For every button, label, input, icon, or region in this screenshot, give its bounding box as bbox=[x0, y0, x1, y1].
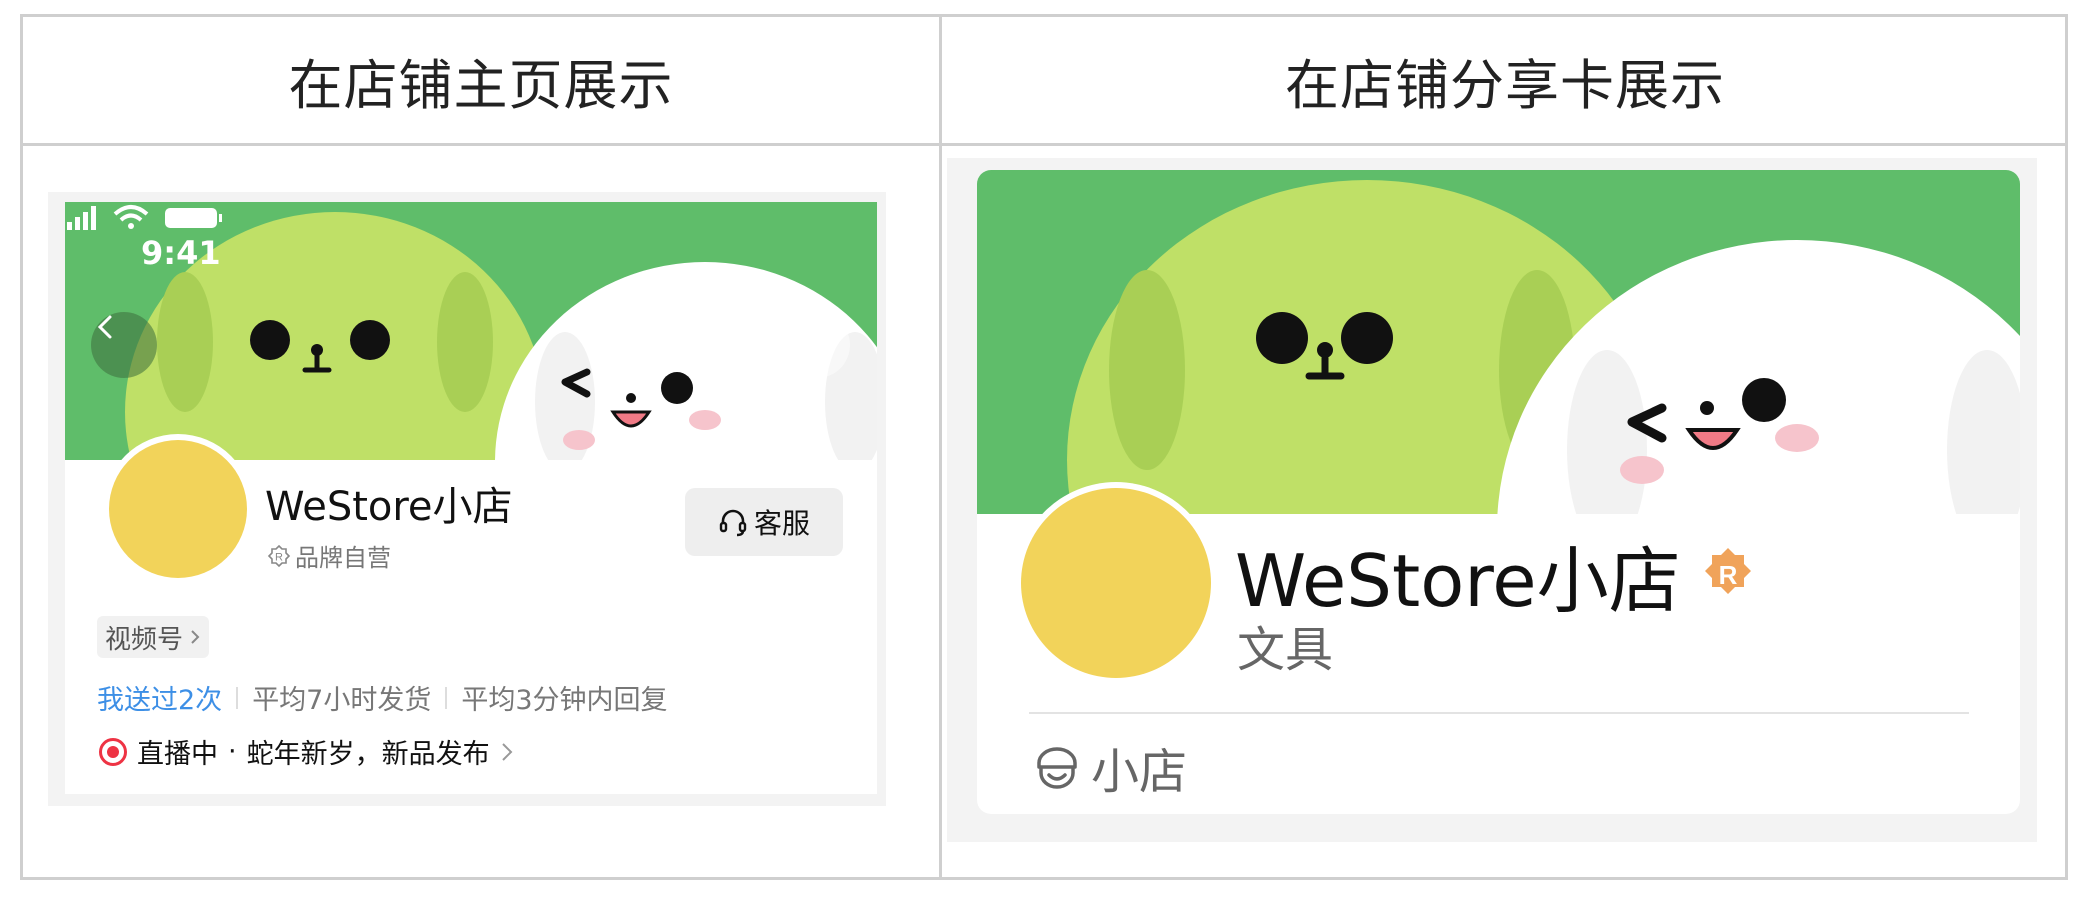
store-type-label: 小店 bbox=[1091, 744, 1188, 800]
chevron-right-icon bbox=[191, 630, 200, 644]
live-separator: · bbox=[228, 736, 237, 767]
cart-button[interactable] bbox=[693, 312, 759, 378]
headset-icon bbox=[719, 509, 747, 537]
chevron-right-icon bbox=[501, 742, 513, 761]
customer-service-button[interactable]: 客服 bbox=[685, 488, 843, 556]
store-category: 文具 bbox=[1237, 622, 1334, 678]
homepage-preview: 9:41 WeStore小店 R 品牌自营 客服 视频号 我送过2次 平均7小时… bbox=[65, 202, 877, 794]
card-divider bbox=[1029, 712, 1969, 714]
back-button[interactable] bbox=[91, 312, 157, 378]
search-button[interactable] bbox=[603, 312, 669, 378]
purchase-history[interactable]: 我送过2次 bbox=[97, 678, 222, 717]
share-card-preview[interactable]: WeStore小店 R 文具 小店 bbox=[977, 170, 2020, 814]
status-bar-time: 9:41 bbox=[141, 234, 221, 272]
mini-store-icon bbox=[1037, 747, 1077, 789]
header-divider bbox=[23, 143, 2065, 146]
column-title-homepage: 在店铺主页展示 bbox=[288, 53, 674, 117]
more-button[interactable] bbox=[784, 312, 850, 378]
brand-badge-label: 品牌自营 bbox=[295, 544, 391, 572]
store-avatar bbox=[1021, 488, 1211, 678]
live-stream-entry[interactable]: 直播中 · 蛇年新岁，新品发布 bbox=[99, 732, 514, 771]
stats-separator bbox=[236, 686, 239, 709]
channel-label: 视频号 bbox=[105, 624, 184, 655]
shipping-time: 平均7小时发货 bbox=[252, 685, 432, 716]
status-bar-icons bbox=[67, 205, 222, 230]
more-icon bbox=[785, 313, 817, 321]
cart-icon bbox=[695, 314, 728, 343]
share-card-banner bbox=[977, 170, 2020, 514]
column-divider bbox=[939, 17, 942, 877]
search-icon bbox=[606, 315, 633, 342]
customer-service-label: 客服 bbox=[753, 507, 810, 540]
store-stats: 我送过2次 平均7小时发货 平均3分钟内回复 bbox=[97, 678, 668, 717]
store-type-label-row: 小店 bbox=[1031, 732, 1187, 802]
stats-separator bbox=[445, 686, 448, 709]
brand-seal-icon: R bbox=[267, 544, 291, 567]
live-status: 直播中 bbox=[137, 739, 218, 770]
store-avatar[interactable] bbox=[109, 440, 247, 578]
banner-illustration bbox=[1067, 180, 2020, 514]
brand-badge: R 品牌自营 bbox=[267, 538, 391, 573]
store-name: WeStore小店 bbox=[265, 484, 513, 530]
channel-link[interactable]: 视频号 bbox=[97, 616, 210, 658]
reply-time: 平均3分钟内回复 bbox=[461, 685, 668, 716]
badge-letter: R bbox=[1718, 560, 1737, 590]
svg-text:R: R bbox=[275, 551, 283, 563]
live-indicator-icon bbox=[99, 737, 127, 766]
back-icon bbox=[97, 315, 112, 339]
brand-badge-icon: R bbox=[1704, 547, 1751, 594]
homepage-banner: 9:41 bbox=[65, 202, 877, 460]
live-title: 蛇年新岁，新品发布 bbox=[246, 739, 490, 770]
column-title-share-card: 在店铺分享卡展示 bbox=[1285, 53, 1725, 117]
